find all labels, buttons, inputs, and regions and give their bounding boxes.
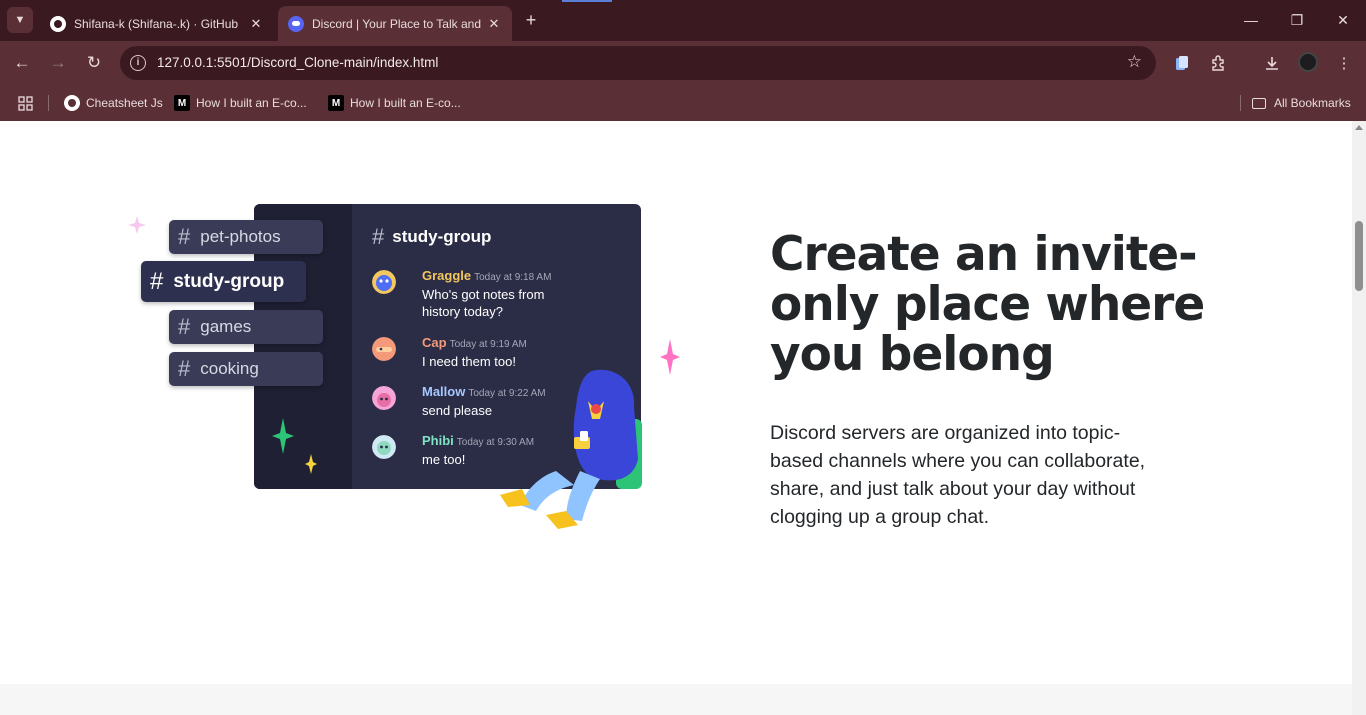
close-tab-icon[interactable]: ✕ bbox=[248, 16, 264, 32]
bookmarks-bar: Cheatsheet Js M How I built an E-co... M… bbox=[0, 85, 1366, 121]
scrollbar[interactable] bbox=[1352, 121, 1366, 715]
site-info-icon[interactable]: i bbox=[130, 55, 146, 71]
profile-avatar[interactable] bbox=[1298, 52, 1318, 72]
extension-icon[interactable] bbox=[1172, 53, 1192, 73]
channel-label: study-group bbox=[173, 270, 285, 292]
tab-bar: ▼ Shifana-k (Shifana-.k) · GitHub ✕ Disc… bbox=[0, 0, 1366, 41]
next-section-edge bbox=[0, 684, 1352, 715]
sparkle-icon bbox=[660, 339, 680, 375]
section-description: Discord servers are organized into topic… bbox=[770, 422, 1146, 528]
new-tab-button[interactable]: + bbox=[520, 9, 542, 31]
sparkle-icon bbox=[272, 418, 294, 454]
author-name: Graggle bbox=[422, 268, 472, 283]
message-text: Who's got notes from history today? bbox=[422, 287, 545, 319]
bookmark-item[interactable]: M How I built an E-co... bbox=[174, 93, 307, 113]
hash-icon: # bbox=[178, 356, 191, 381]
scroll-thumb[interactable] bbox=[1355, 221, 1363, 291]
avatar bbox=[372, 435, 396, 459]
address-bar[interactable]: i 127.0.0.1:5501/Discord_Clone-main/inde… bbox=[120, 46, 1156, 80]
hash-icon: # bbox=[150, 267, 164, 295]
section-headline: Create an invite-only place where you be… bbox=[770, 227, 1205, 382]
avatar bbox=[372, 386, 396, 410]
sparkle-icon bbox=[305, 454, 317, 474]
all-bookmarks-button[interactable]: All Bookmarks bbox=[1252, 93, 1351, 113]
author-name: Mallow bbox=[422, 384, 466, 399]
author-name: Cap bbox=[422, 335, 447, 350]
message-author: Graggle Today at 9:18 AM bbox=[422, 268, 551, 283]
apps-grid-icon[interactable] bbox=[18, 93, 33, 113]
channel-header: # study-group bbox=[372, 224, 491, 250]
extensions-puzzle-icon[interactable] bbox=[1208, 53, 1228, 73]
avatar bbox=[372, 270, 396, 294]
sparkle-icon bbox=[128, 216, 146, 234]
url-text[interactable]: 127.0.0.1:5501/Discord_Clone-main/index.… bbox=[157, 55, 438, 70]
tab-github[interactable]: Shifana-k (Shifana-.k) · GitHub ✕ bbox=[40, 6, 274, 41]
medium-icon: M bbox=[328, 95, 344, 111]
channel-header-title: study-group bbox=[392, 227, 492, 246]
bookmark-label: How I built an E-co... bbox=[350, 96, 461, 110]
medium-icon: M bbox=[174, 95, 190, 111]
back-button[interactable]: ← bbox=[10, 51, 34, 75]
bookmark-label: How I built an E-co... bbox=[196, 96, 307, 110]
bookmark-star-icon[interactable]: ☆ bbox=[1127, 52, 1142, 72]
bookmark-item[interactable]: Cheatsheet Js bbox=[64, 93, 163, 113]
menu-icon[interactable]: ⋮ bbox=[1334, 53, 1354, 73]
tab-title: Discord | Your Place to Talk and bbox=[312, 16, 481, 31]
toolbar: ← → ↻ i 127.0.0.1:5501/Discord_Clone-mai… bbox=[0, 41, 1366, 85]
message-author: Cap Today at 9:19 AM bbox=[422, 335, 527, 350]
window-close-button[interactable]: ✕ bbox=[1320, 0, 1366, 40]
hash-icon: # bbox=[372, 224, 385, 249]
channel-chip-games: # games bbox=[169, 310, 323, 344]
channel-label: games bbox=[200, 317, 252, 336]
discord-icon bbox=[288, 15, 304, 32]
divider bbox=[48, 95, 49, 111]
github-icon bbox=[50, 15, 66, 32]
github-icon bbox=[64, 95, 80, 111]
message-time: Today at 9:19 AM bbox=[449, 339, 527, 350]
hash-icon: # bbox=[178, 314, 191, 339]
tab-highlight bbox=[562, 0, 612, 2]
channel-chip-pet-photos: # pet-photos bbox=[169, 220, 323, 254]
tab-search-button[interactable]: ▼ bbox=[7, 7, 33, 33]
avatar bbox=[372, 337, 396, 361]
channel-label: pet-photos bbox=[200, 227, 281, 246]
bookmark-label: Cheatsheet Js bbox=[86, 96, 163, 110]
all-bookmarks-label: All Bookmarks bbox=[1274, 96, 1351, 110]
tab-title: Shifana-k (Shifana-.k) · GitHub bbox=[74, 16, 239, 31]
character-illustration bbox=[500, 369, 642, 529]
chevron-down-icon: ▼ bbox=[14, 14, 26, 26]
message-time: Today at 9:18 AM bbox=[474, 272, 552, 283]
hash-icon: # bbox=[178, 224, 191, 249]
page-content: # study-group Graggle Today at 9:18 AM Wh… bbox=[0, 121, 1352, 715]
channel-chip-cooking: # cooking bbox=[169, 352, 323, 386]
channel-label: cooking bbox=[200, 359, 259, 378]
minimize-button[interactable]: — bbox=[1228, 0, 1274, 40]
tab-discord[interactable]: Discord | Your Place to Talk and ✕ bbox=[278, 6, 512, 41]
scroll-up-arrow-icon[interactable] bbox=[1355, 125, 1363, 130]
author-name: Phibi bbox=[422, 433, 454, 448]
download-icon[interactable] bbox=[1262, 53, 1282, 73]
forward-button[interactable]: → bbox=[46, 51, 70, 75]
maximize-button[interactable]: ❐ bbox=[1274, 0, 1320, 40]
close-tab-icon[interactable]: ✕ bbox=[486, 16, 502, 32]
channel-chip-study-group: # study-group bbox=[141, 261, 306, 302]
folder-icon bbox=[1252, 97, 1266, 109]
reload-button[interactable]: ↻ bbox=[82, 51, 106, 75]
divider bbox=[1240, 95, 1241, 111]
bookmark-item[interactable]: M How I built an E-co... bbox=[328, 93, 461, 113]
